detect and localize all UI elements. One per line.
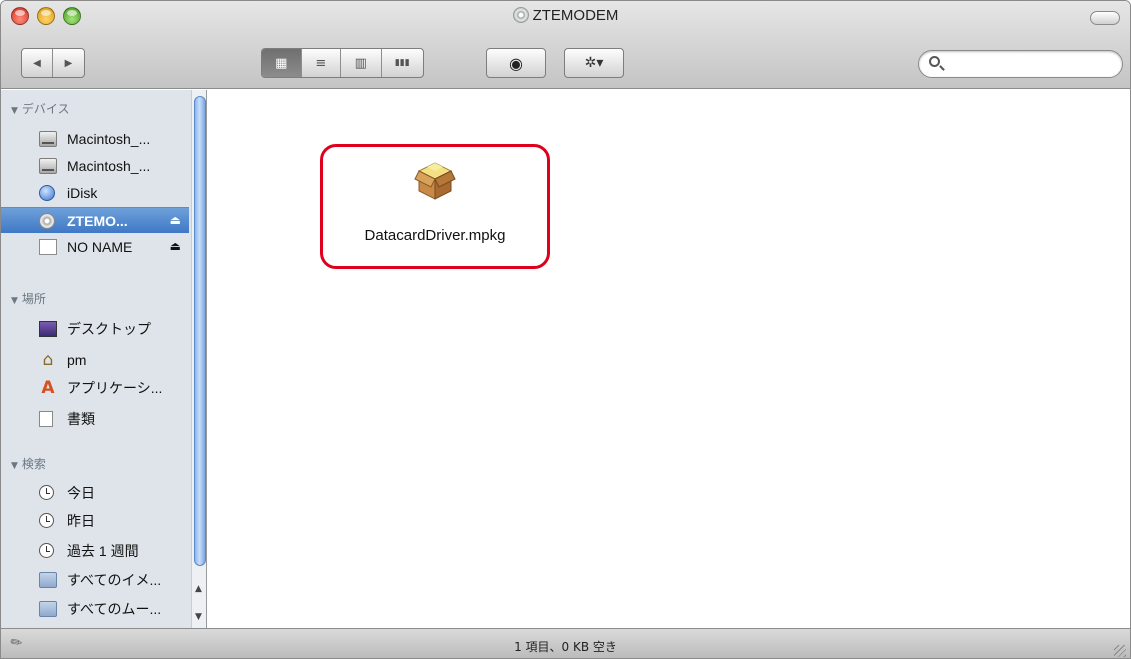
icon-view-button[interactable]: ▦ bbox=[262, 49, 302, 77]
sidebar-item-home[interactable]: ⌂ pm bbox=[1, 347, 189, 373]
sidebar-item-all-movies[interactable]: すべてのムー... bbox=[1, 596, 189, 622]
sidebar-item-past-week[interactable]: 過去 1 週間 bbox=[1, 538, 189, 564]
action-menu-button[interactable]: ✲▾ bbox=[565, 49, 623, 77]
search-field[interactable] bbox=[918, 50, 1123, 78]
sidebar-item-ztemodem[interactable]: ZTEMO... ⏏ bbox=[1, 207, 189, 233]
clock-icon bbox=[39, 513, 54, 528]
sidebar-item-applications[interactable]: A アプリケーシ... bbox=[1, 375, 189, 401]
finder-window: ZTEMODEM ◀ ▶ ▦ ≡ ▥ ▮▮▮ ◉ ✲▾ ▼ デバイス Macint… bbox=[0, 0, 1131, 659]
eject-icon[interactable]: ⏏ bbox=[170, 239, 181, 253]
smart-folder-icon bbox=[39, 572, 57, 588]
sidebar-item-desktop[interactable]: デスクトップ bbox=[1, 316, 189, 342]
idisk-icon bbox=[39, 185, 55, 201]
hard-disk-icon bbox=[39, 131, 57, 147]
eject-icon[interactable]: ⏏ bbox=[170, 213, 181, 227]
smart-folder-icon bbox=[39, 601, 57, 617]
search-icon bbox=[929, 56, 940, 67]
disclosure-triangle-icon: ▼ bbox=[11, 106, 18, 116]
sidebar-item-no-name[interactable]: NO NAME ⏏ bbox=[1, 234, 189, 260]
sidebar: ▼ デバイス Macintosh_... Macintosh_... iDisk … bbox=[1, 90, 207, 628]
back-forward-group: ◀ ▶ bbox=[21, 48, 85, 78]
action-group: ✲▾ bbox=[564, 48, 624, 78]
sidebar-item-documents[interactable]: 書類 bbox=[1, 406, 189, 432]
cd-disc-icon bbox=[39, 213, 55, 229]
status-bar: ✎ 1 項目、0 KB 空き bbox=[1, 628, 1130, 658]
scrollbar-thumb[interactable] bbox=[194, 96, 206, 566]
sidebar-item-idisk[interactable]: iDisk bbox=[1, 180, 189, 206]
window-title: ZTEMODEM bbox=[1, 7, 1130, 24]
sidebar-places-header[interactable]: ▼ 場所 bbox=[11, 290, 46, 307]
search-input[interactable] bbox=[947, 55, 1112, 73]
hard-disk-icon bbox=[39, 158, 57, 174]
coverflow-view-button[interactable]: ▮▮▮ bbox=[382, 49, 423, 77]
applications-icon: A bbox=[41, 378, 55, 398]
sidebar-item-macintosh-hd-2[interactable]: Macintosh_... bbox=[1, 153, 189, 179]
file-name-label: DatacardDriver.mpkg bbox=[364, 227, 506, 244]
sidebar-item-all-images[interactable]: すべてのイメ... bbox=[1, 567, 189, 593]
cd-disc-icon bbox=[512, 7, 529, 23]
documents-icon bbox=[39, 411, 53, 427]
column-view-button[interactable]: ▥ bbox=[341, 49, 382, 77]
sidebar-item-yesterday[interactable]: 昨日 bbox=[1, 508, 189, 534]
removable-disk-icon bbox=[39, 239, 57, 255]
sidebar-search-header[interactable]: ▼ 検索 bbox=[11, 455, 46, 472]
sidebar-devices-header[interactable]: ▼ デバイス bbox=[11, 100, 70, 117]
quicklook-button[interactable]: ◉ bbox=[487, 49, 545, 77]
title-toolbar: ZTEMODEM ◀ ▶ ▦ ≡ ▥ ▮▮▮ ◉ ✲▾ bbox=[1, 1, 1130, 89]
clock-icon bbox=[39, 485, 54, 500]
disclosure-triangle-icon: ▼ bbox=[11, 296, 18, 306]
sidebar-item-macintosh-hd-1[interactable]: Macintosh_... bbox=[1, 126, 189, 152]
view-mode-group: ▦ ≡ ▥ ▮▮▮ bbox=[261, 48, 424, 78]
toolbar-toggle-button[interactable] bbox=[1090, 11, 1120, 25]
file-browser-area[interactable]: DatacardDriver.mpkg bbox=[208, 90, 1130, 628]
scroll-up-arrow-icon[interactable]: ▲ bbox=[195, 584, 202, 594]
scroll-down-arrow-icon[interactable]: ▼ bbox=[195, 612, 202, 622]
clock-icon bbox=[39, 543, 54, 558]
sidebar-item-today[interactable]: 今日 bbox=[1, 480, 189, 506]
disclosure-triangle-icon: ▼ bbox=[11, 461, 18, 471]
list-view-button[interactable]: ≡ bbox=[302, 49, 342, 77]
home-icon: ⌂ bbox=[42, 350, 54, 370]
quicklook-group: ◉ bbox=[486, 48, 546, 78]
package-icon bbox=[414, 162, 456, 200]
resize-grip-icon[interactable] bbox=[1114, 645, 1126, 657]
status-text: 1 項目、0 KB 空き bbox=[514, 640, 617, 654]
back-button[interactable]: ◀ bbox=[22, 49, 54, 77]
highlighted-file-item[interactable]: DatacardDriver.mpkg bbox=[320, 144, 550, 269]
sidebar-scrollbar[interactable]: ▲ ▼ bbox=[191, 90, 206, 628]
forward-button[interactable]: ▶ bbox=[53, 49, 84, 77]
desktop-icon bbox=[39, 321, 57, 337]
